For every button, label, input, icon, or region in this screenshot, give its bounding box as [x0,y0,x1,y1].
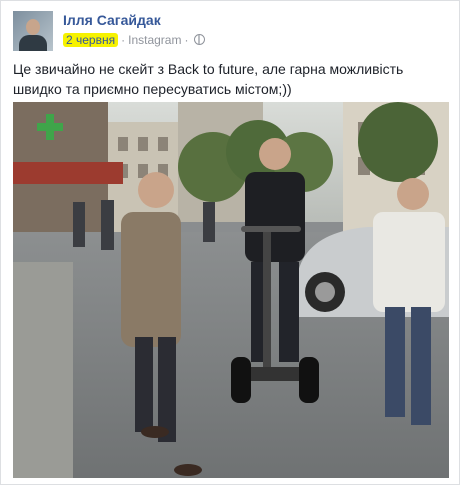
meta-separator: · [184,33,189,47]
post-source-link[interactable]: Instagram [128,33,181,47]
author-name-link[interactable]: Ілля Сагайдак [63,12,161,28]
globe-icon[interactable] [194,34,206,45]
video-frame [13,102,449,478]
author-avatar[interactable] [13,11,53,51]
post-card: Ілля Сагайдак 2 червня · Instagram · Це зви… [0,0,460,485]
avatar-body [19,35,47,51]
meta-separator: · [121,33,126,47]
post-date-link[interactable]: 2 червня [63,33,119,47]
avatar-head [26,19,40,35]
post-video[interactable] [13,102,449,478]
post-meta: 2 червня · Instagram · [63,33,206,47]
post-header: Ілля Сагайдак 2 червня · Instagram · [13,11,443,53]
post-text: Це звичайно не скейт з Back to future, а… [13,61,404,97]
